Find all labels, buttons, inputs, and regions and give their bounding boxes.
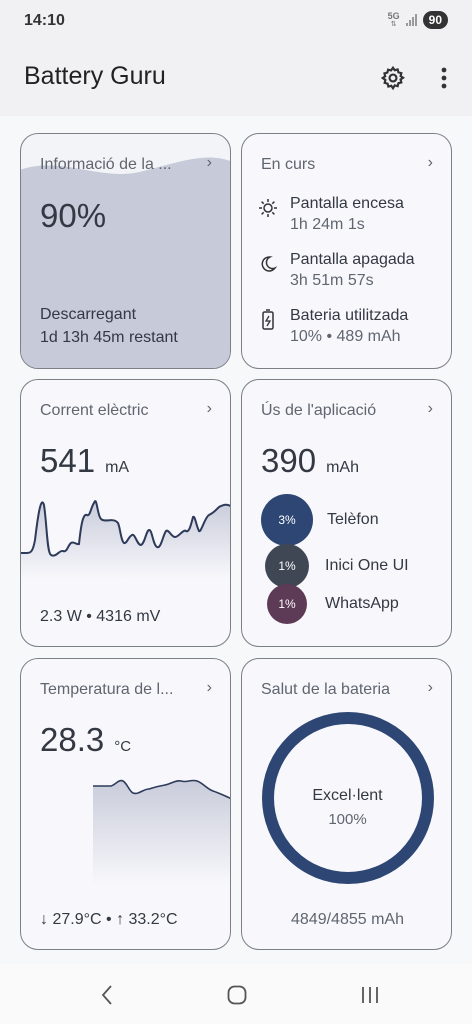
app-name: Telèfon bbox=[327, 511, 379, 528]
home-button[interactable] bbox=[217, 980, 257, 1010]
more-vertical-icon bbox=[441, 67, 447, 89]
app-name: WhatsApp bbox=[325, 595, 399, 612]
row-label: Pantalla encesa bbox=[290, 195, 404, 212]
card-title: Ús de l'aplicació bbox=[261, 402, 377, 419]
card-title: Temperatura de l... bbox=[40, 681, 174, 698]
row-label: Pantalla apagada bbox=[290, 251, 415, 268]
battery-remaining: 1d 13h 45m restant bbox=[40, 329, 178, 346]
temperature-unit: °C bbox=[114, 738, 132, 755]
range-separator: • bbox=[106, 911, 112, 928]
app-usage-card[interactable]: Ús de l'aplicació › 390 mAh 3% Telèfon 1%… bbox=[241, 379, 452, 647]
card-title: Corrent elèctric bbox=[40, 402, 149, 419]
battery-health-card[interactable]: Salut de la bateria › Excel·lent 100% 48… bbox=[241, 658, 452, 950]
temperature-max: ↑ 33.2°C bbox=[116, 911, 178, 928]
temperature-min: ↓ 27.9°C bbox=[40, 911, 102, 928]
screen-on-row: Pantalla encesa 1h 24m 1s bbox=[258, 194, 404, 236]
temperature-number: 28.3 bbox=[40, 721, 105, 758]
app-item-one-ui-home[interactable]: 1% Inici One UI bbox=[265, 544, 409, 588]
card-title: En curs bbox=[261, 156, 316, 173]
temperature-range: ↓ 27.9°C • ↑ 33.2°C bbox=[40, 911, 178, 929]
battery-info-card[interactable]: Informació de la ... › 90% Descarregant … bbox=[20, 133, 231, 369]
network-label: 5G bbox=[387, 11, 400, 21]
app-item-whatsapp[interactable]: 1% WhatsApp bbox=[267, 584, 399, 624]
current-card[interactable]: Corrent elèctric › 541 mA 2.3 W • 4316 mV bbox=[20, 379, 231, 647]
usage-bubble: 3% bbox=[261, 494, 313, 546]
gear-icon bbox=[380, 65, 405, 91]
health-status: Excel·lent bbox=[312, 787, 383, 804]
card-title: Salut de la bateria bbox=[261, 681, 390, 698]
battery-state: Descarregant bbox=[40, 306, 137, 323]
current-number: 541 bbox=[40, 442, 96, 479]
temperature-card[interactable]: Temperatura de l... › 28.3 °C ↓ 27.9°C • … bbox=[20, 658, 231, 950]
more-options-button[interactable] bbox=[426, 60, 462, 96]
back-icon bbox=[101, 985, 112, 1005]
recents-button[interactable] bbox=[350, 980, 390, 1010]
health-capacity: 4849/4855 mAh bbox=[291, 911, 404, 928]
screen-off-row: Pantalla apagada 3h 51m 57s bbox=[258, 250, 415, 292]
moon-icon bbox=[258, 252, 278, 276]
usage-bubble: 1% bbox=[265, 544, 309, 588]
battery-used-row: Bateria utilitzada 10% • 489 mAh bbox=[258, 306, 408, 348]
row-value: 1h 24m 1s bbox=[290, 216, 365, 233]
sun-icon bbox=[258, 196, 278, 220]
status-icons: 5G ⇅ 90 bbox=[388, 11, 448, 29]
system-nav-bar bbox=[0, 964, 472, 1024]
app-item-phone[interactable]: 3% Telèfon bbox=[261, 494, 379, 546]
status-time: 14:10 bbox=[24, 12, 65, 29]
back-button[interactable] bbox=[87, 980, 127, 1010]
signal-icon bbox=[405, 14, 417, 26]
current-value: 541 mA bbox=[40, 442, 129, 480]
battery-indicator: 90 bbox=[422, 11, 448, 29]
chevron-right-icon: › bbox=[427, 154, 433, 171]
status-bar: 14:10 5G ⇅ 90 bbox=[0, 0, 472, 44]
temperature-sparkline bbox=[93, 779, 230, 886]
settings-button[interactable] bbox=[375, 60, 411, 96]
chevron-right-icon: › bbox=[206, 679, 212, 696]
usage-bubble: 1% bbox=[267, 584, 307, 624]
app-name: Inici One UI bbox=[325, 557, 409, 574]
current-unit: mA bbox=[105, 459, 130, 476]
battery-percent: 90% bbox=[40, 197, 107, 234]
network-icon: 5G ⇅ bbox=[387, 11, 400, 29]
current-sparkline bbox=[21, 500, 230, 580]
row-label: Bateria utilitzada bbox=[290, 307, 409, 324]
app-title: Battery Guru bbox=[24, 62, 166, 90]
usage-number: 390 bbox=[261, 442, 317, 479]
chevron-right-icon: › bbox=[206, 400, 212, 417]
usage-unit: mAh bbox=[326, 459, 359, 476]
row-value: 10% • 489 mAh bbox=[290, 328, 401, 345]
chevron-right-icon: › bbox=[427, 400, 433, 417]
temperature-value: 28.3 °C bbox=[40, 721, 131, 759]
chevron-right-icon: › bbox=[206, 154, 212, 171]
power-voltage: 2.3 W • 4316 mV bbox=[40, 608, 161, 625]
chevron-right-icon: › bbox=[427, 679, 433, 696]
health-percent: 100% bbox=[328, 811, 367, 828]
usage-value: 390 mAh bbox=[261, 442, 359, 480]
recents-icon bbox=[362, 987, 378, 1003]
app-bar: Battery Guru bbox=[0, 44, 472, 116]
ongoing-card[interactable]: En curs › Pantalla encesa 1h 24m 1s Pant… bbox=[241, 133, 452, 369]
battery-charging-icon bbox=[258, 308, 278, 332]
card-title: Informació de la ... bbox=[40, 156, 172, 173]
row-value: 3h 51m 57s bbox=[290, 272, 374, 289]
home-icon bbox=[227, 985, 247, 1005]
